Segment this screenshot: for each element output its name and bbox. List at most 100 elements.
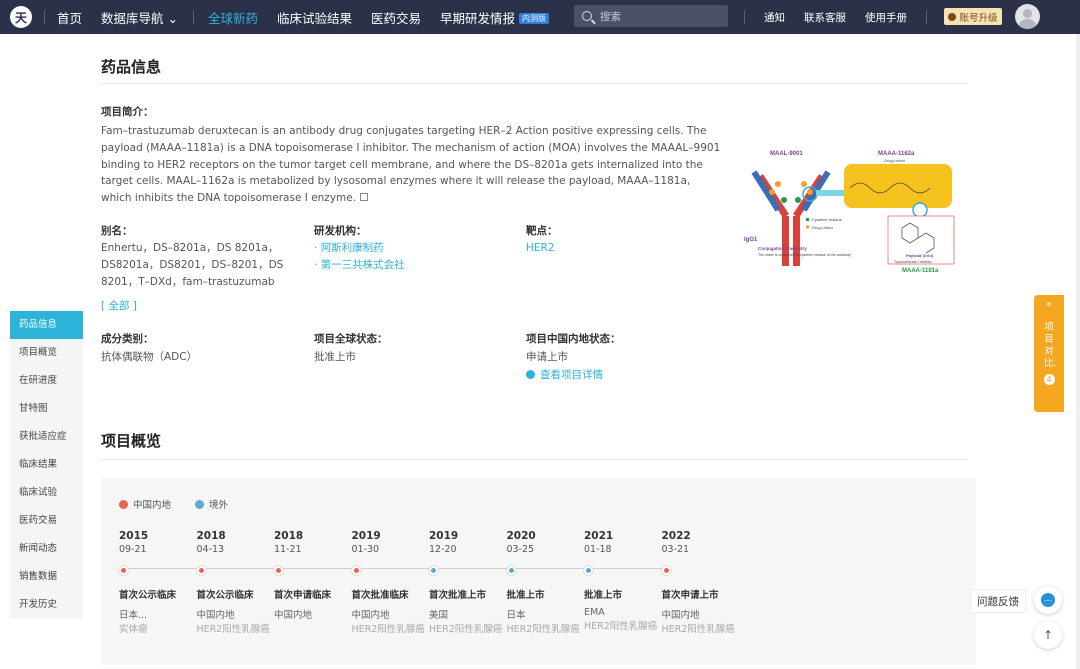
label-payload-desc: Topoisomerase I inhibitor <box>894 260 933 264</box>
event-date: 01-18 <box>584 544 612 555</box>
nav-divider <box>744 10 745 24</box>
feedback-button[interactable]: … <box>1034 586 1062 614</box>
org-link-label: 阿斯利康制药 <box>320 242 384 254</box>
nav-pharma-deals[interactable]: 医药交易 <box>371 8 421 27</box>
alias-text: Enhertu，DS–8201a，DS 8201a，DS8201a，DS8201… <box>101 242 284 288</box>
back-to-top-button[interactable]: ↑ <box>1034 621 1062 649</box>
sidebar-item-clinical-trials[interactable]: 临床试验 <box>10 479 83 507</box>
feedback-label[interactable]: 问题反馈 <box>970 589 1026 613</box>
sidebar-item-indications[interactable]: 获批适应症 <box>10 423 83 451</box>
china-status-label: 项目中国内地状态： <box>526 333 621 345</box>
label-conj-desc: The linker is connected to cysteine resi… <box>758 253 851 257</box>
event-year: 2019 <box>429 530 459 542</box>
event-title: 首次公示临床 <box>196 590 254 601</box>
event-dot <box>351 566 361 575</box>
search-placeholder: 搜索 <box>600 10 621 23</box>
arrow-circle-icon <box>526 370 535 379</box>
contact-support-link[interactable]: 联系客服 <box>804 10 846 25</box>
event-indication: HER2阳性乳腺癌 <box>196 624 270 635</box>
view-detail-label: 查看项目详情 <box>540 369 603 381</box>
search-input[interactable]: 搜索 <box>574 5 728 27</box>
event-indication: HER2阳性乳腺癌 <box>351 624 425 635</box>
main-nav: 首页 数据库导航 ⌄ 全球新药 临床试验结果 医药交易 早期研发情报 内测版 <box>57 0 568 34</box>
sidebar-item-sales[interactable]: 销售数据 <box>10 563 83 591</box>
timeline-event[interactable]: 2019 01-30 首次批准临床 中国内地 HER2阳性乳腺癌 <box>351 530 430 636</box>
event-date: 04-13 <box>196 544 225 555</box>
nav-early-rd-label: 早期研发情报 <box>440 10 516 26</box>
nav-divider <box>926 10 927 24</box>
sidebar-item-drug-info[interactable]: 药品信息 <box>10 311 83 339</box>
nav-clinical-results[interactable]: 临床试验结果 <box>277 8 352 27</box>
timeline-event[interactable]: 2019 12-20 首次批准上市 美国 HER2阳性乳腺癌 <box>429 530 507 636</box>
label-maaa1162a: MAAA-1162a <box>878 151 915 157</box>
intro-text: Fam–trastuzumab deruxtecan is an antibod… <box>101 123 721 207</box>
sidebar-item-history[interactable]: 开发历史 <box>10 591 83 619</box>
event-year: 2018 <box>196 530 226 542</box>
nav-home[interactable]: 首页 <box>57 8 82 27</box>
target-link[interactable]: HER2 <box>526 240 555 257</box>
avatar[interactable] <box>1015 4 1040 29</box>
sidebar-item-clinical-results[interactable]: 临床结果 <box>10 451 83 479</box>
org-link[interactable]: · 阿斯利康制药 <box>314 240 405 257</box>
event-date: 01-30 <box>351 544 380 555</box>
event-indication: HER2阳性乳腺癌 <box>661 624 735 635</box>
timeline-event[interactable]: 2018 11-21 首次申请临床 中国内地 <box>274 530 352 623</box>
sidebar-item-deals[interactable]: 医药交易 <box>10 507 83 535</box>
sidebar-item-gantt[interactable]: 甘特图 <box>10 395 83 423</box>
logo-icon[interactable]: 天 <box>10 6 32 28</box>
section-divider <box>101 83 968 84</box>
event-region: 日本 <box>506 610 526 621</box>
event-year: 2021 <box>584 530 614 542</box>
org-link[interactable]: · 第一三共株式会社 <box>314 257 405 274</box>
event-date: 09-21 <box>119 544 147 555</box>
timeline-event[interactable]: 2021 01-18 批准上市 EMA HER2阳性乳腺癌 <box>584 530 662 633</box>
event-dot <box>196 566 206 575</box>
project-compare-tab[interactable]: « 项目对比. 4 <box>1034 295 1064 412</box>
event-title: 首次公示临床 <box>119 590 177 601</box>
user-manual-link[interactable]: 使用手册 <box>865 10 907 25</box>
type-value: 抗体偶联物（ADC） <box>101 351 198 363</box>
sidebar-item-progress[interactable]: 在研进度 <box>10 367 83 395</box>
event-title: 批准上市 <box>506 590 545 601</box>
legend-dot-china <box>119 499 128 509</box>
timeline-event[interactable]: 2020 03-25 批准上市 日本 HER2阳性乳腺癌 <box>506 530 585 636</box>
drug-linker-box <box>844 164 952 208</box>
collapse-arrow-icon: « <box>1045 299 1053 310</box>
nav-global-drugs[interactable]: 全球新药 <box>208 8 258 27</box>
nav-early-rd[interactable]: 早期研发情报 内测版 <box>440 8 550 27</box>
view-detail-link[interactable]: 查看项目详情 <box>526 367 603 382</box>
timeline-event[interactable]: 2022 03-21 首次申请上市 中国内地 HER2阳性乳腺癌 <box>661 530 740 636</box>
event-indication: HER2阳性乳腺癌 <box>584 621 658 632</box>
label-maaa1181a: MAAA-1181a <box>902 268 939 274</box>
nav-database[interactable]: 数据库导航 ⌄ <box>101 8 178 27</box>
compare-count-badge: 4 <box>1043 374 1055 385</box>
upgrade-button[interactable]: 账号升级 <box>944 8 1002 25</box>
event-dot <box>429 566 438 575</box>
upgrade-icon <box>948 12 957 21</box>
event-region: 日本... <box>119 610 148 621</box>
timeline-panel: 中国内地 境外 2015 09-21 首次公示临床 日本... 实体瘤 2018 04-13… <box>101 478 976 665</box>
event-year: 2022 <box>661 530 691 542</box>
compare-label: 项目对比. <box>1044 322 1057 369</box>
sidebar-item-news[interactable]: 新闻动态 <box>10 535 83 563</box>
label-maal9001: MAAL-9001 <box>770 151 803 157</box>
event-region: 中国内地 <box>196 610 235 621</box>
event-year: 2019 <box>351 530 381 542</box>
timeline-event[interactable]: 2018 04-13 首次公示临床 中国内地 HER2阳性乳腺癌 <box>196 530 275 636</box>
nav-divider <box>192 10 194 24</box>
external-link-icon[interactable] <box>360 193 369 202</box>
notifications-link[interactable]: 通知 <box>764 10 785 25</box>
event-date: 11-21 <box>274 544 302 555</box>
upgrade-label: 账号升级 <box>959 12 998 24</box>
event-region: 美国 <box>429 610 449 621</box>
scrollbar[interactable] <box>1076 34 1080 669</box>
sidebar-item-overview[interactable]: 项目概览 <box>10 339 83 367</box>
section-sidebar: 药品信息 项目概览 在研进度 甘特图 获批适应症 临床结果 临床试验 医药交易 … <box>10 311 83 619</box>
timeline-event[interactable]: 2015 09-21 首次公示临床 日本... 实体瘤 <box>119 530 197 636</box>
search-icon <box>582 11 592 21</box>
show-all-link[interactable]: [ 全部 ] <box>101 298 137 313</box>
beta-badge: 内测版 <box>519 12 550 24</box>
nav-divider <box>44 10 45 24</box>
legend-cysteine: Cysteine residue <box>812 217 843 222</box>
event-title: 首次批准临床 <box>351 590 409 601</box>
